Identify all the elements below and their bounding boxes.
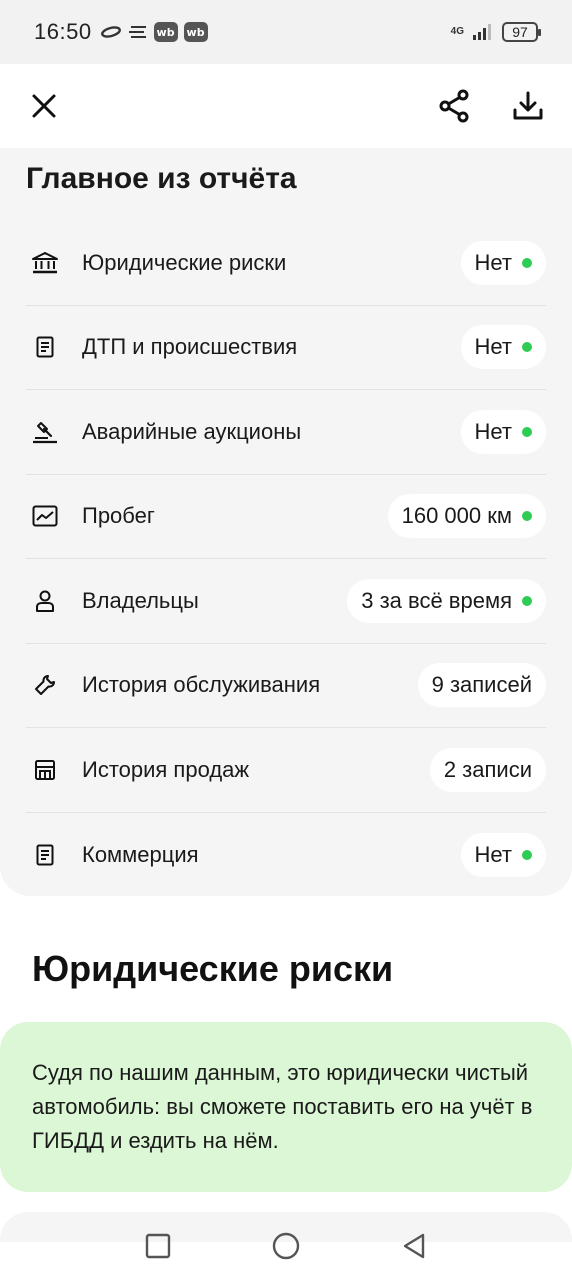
row-label: ДТП и происшествия: [82, 334, 298, 360]
status-pill: Нет: [460, 409, 546, 454]
pill-value: 3 за всё время: [361, 587, 512, 613]
status-dot: [522, 511, 532, 522]
network-type: 4G: [450, 26, 464, 37]
status-dot: [522, 257, 532, 268]
top-app-bar: [0, 64, 572, 148]
status-system-icons: 4G 97: [450, 22, 541, 42]
legal-section-heading: Юридические риски: [32, 948, 394, 989]
triangle-back-icon: [403, 1233, 425, 1259]
store-icon: [30, 755, 60, 785]
summary-row-mileage[interactable]: Пробег 160 000 км: [26, 475, 546, 559]
menu-lines-icon: [128, 25, 148, 39]
bank-icon: [30, 248, 60, 278]
summary-row-auctions[interactable]: Аварийные аукционы Нет: [26, 390, 546, 475]
close-icon: [32, 94, 56, 118]
row-label: Коммерция: [82, 841, 199, 867]
row-label: Пробег: [82, 503, 155, 529]
pill-value: Нет: [474, 841, 512, 867]
battery-indicator: 97: [502, 22, 541, 42]
recent-apps-button[interactable]: [140, 1228, 176, 1264]
summary-title: Главное из отчёта: [26, 162, 297, 195]
status-pill: Нет: [460, 325, 546, 370]
signal-icon: [472, 23, 494, 41]
legal-status-card: Судя по нашим данным, это юридически чис…: [0, 1022, 572, 1192]
pill-value: 160 000 км: [401, 503, 512, 529]
back-button[interactable]: [396, 1228, 432, 1264]
status-dot: [522, 595, 532, 606]
pill-value: Нет: [474, 334, 512, 360]
circle-icon: [272, 1232, 300, 1260]
download-icon: [513, 91, 543, 120]
pill-value: Нет: [474, 418, 512, 444]
home-button[interactable]: [268, 1228, 304, 1264]
system-nav-bar: [0, 1212, 572, 1280]
pill-value: 2 записи: [443, 756, 532, 782]
document-icon: [30, 332, 60, 362]
status-pill: Нет: [460, 832, 546, 877]
wrench-icon: [30, 670, 60, 700]
person-icon: [30, 586, 60, 616]
status-pill: Нет: [460, 240, 546, 285]
summary-list: Юридические риски Нет ДТП и происшествия…: [26, 221, 546, 897]
summary-row-accidents[interactable]: ДТП и происшествия Нет: [26, 306, 546, 390]
pill-value: 9 записей: [431, 672, 532, 698]
document-icon: [30, 840, 60, 870]
status-dot: [522, 342, 532, 353]
status-pill: 9 записей: [417, 663, 546, 708]
summary-row-sales-history[interactable]: История продаж 2 записи: [26, 728, 546, 813]
wb-app-icon: wb: [153, 22, 178, 42]
summary-row-owners[interactable]: Владельцы 3 за всё время: [26, 559, 546, 644]
share-icon: [439, 89, 469, 123]
square-icon: [145, 1233, 171, 1259]
gavel-icon: [30, 417, 60, 447]
status-pill: 3 за всё время: [347, 578, 546, 623]
status-notification-icons: wb wb: [100, 22, 208, 42]
pill-value: Нет: [474, 249, 512, 275]
status-bar: 16:50 wb wb 4G 97: [0, 0, 572, 64]
link-icon: [100, 25, 122, 39]
wb-app-icon-2: wb: [183, 22, 208, 42]
status-time: 16:50: [34, 19, 92, 44]
row-label: Юридические риски: [82, 249, 287, 275]
share-button[interactable]: [432, 84, 476, 128]
row-label: История продаж: [82, 756, 250, 782]
status-pill: 160 000 км: [387, 494, 546, 539]
summary-row-legal-risks[interactable]: Юридические риски Нет: [26, 221, 546, 306]
row-label: Аварийные аукционы: [82, 418, 302, 444]
summary-row-service-history[interactable]: История обслуживания 9 записей: [26, 644, 546, 728]
status-dot: [522, 426, 532, 437]
status-pill: 2 записи: [429, 747, 546, 792]
legal-status-text: Судя по нашим данным, это юридически чис…: [32, 1060, 533, 1153]
chart-icon: [30, 501, 60, 531]
row-label: История обслуживания: [82, 672, 321, 698]
row-label: Владельцы: [82, 587, 199, 613]
status-dot: [522, 849, 532, 860]
summary-row-commerce[interactable]: Коммерция Нет: [26, 813, 546, 898]
close-button[interactable]: [22, 84, 66, 128]
report-summary-card: Главное из отчёта Юридические риски Нет …: [0, 148, 572, 896]
download-button[interactable]: [506, 84, 550, 128]
